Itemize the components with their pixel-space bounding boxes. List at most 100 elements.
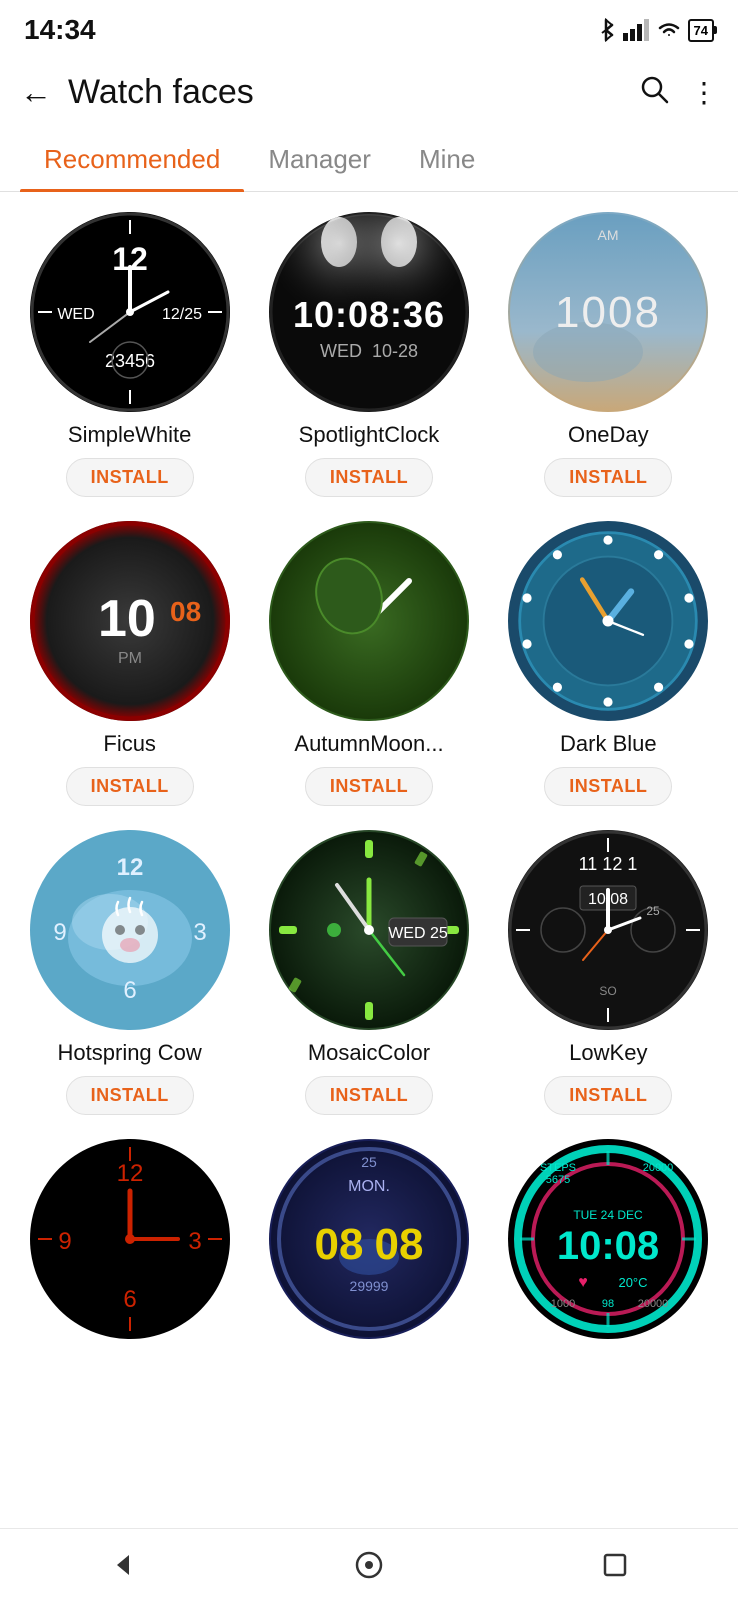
svg-text:6: 6 [123, 977, 136, 1004]
watch-face-mosaiccolor[interactable]: WED 25 [269, 830, 469, 1030]
watch-face-simplewhite[interactable]: 12 23456 WED 12/25 [30, 212, 230, 412]
watch-face-red[interactable]: 12 3 6 9 [30, 1139, 230, 1339]
watch-face-autumnmoon[interactable] [269, 521, 469, 721]
watch-face-08[interactable]: 25 MON. 08 08 29999 [269, 1139, 469, 1339]
search-button[interactable] [638, 73, 670, 112]
watch-name-autumnmoon: AutumnMoon... [294, 731, 443, 757]
back-button[interactable]: ← [20, 76, 52, 108]
svg-text:20°C: 20°C [619, 1275, 648, 1290]
list-item: AM 1008 OneDay INSTALL [495, 212, 722, 497]
svg-text:1000: 1000 [551, 1298, 575, 1310]
svg-text:20000: 20000 [643, 1162, 674, 1174]
svg-text:MON.: MON. [348, 1178, 390, 1195]
watch-face-lowkey[interactable]: 11 12 1 10:08 25 SO [508, 830, 708, 1030]
svg-text:12: 12 [116, 854, 143, 881]
watch-name-darkblue: Dark Blue [560, 731, 657, 757]
install-oneday[interactable]: INSTALL [544, 458, 672, 497]
svg-text:11 12 1: 11 12 1 [579, 854, 638, 874]
wifi-icon [656, 20, 682, 40]
install-autumnmoon[interactable]: INSTALL [305, 767, 433, 806]
svg-text:08: 08 [170, 596, 201, 627]
svg-text:5675: 5675 [546, 1174, 570, 1186]
list-item: WED 25 MosaicColor INSTALL [255, 830, 482, 1115]
list-item: 12 23456 WED 12/25 SimpleWhite INSTALL [16, 212, 243, 497]
watch-face-preview: 10 08 PM [30, 521, 230, 721]
svg-text:9: 9 [53, 919, 66, 946]
status-icons: 74 [596, 18, 714, 42]
search-icon [638, 73, 670, 105]
status-time: 14:34 [24, 14, 96, 46]
install-darkblue[interactable]: INSTALL [544, 767, 672, 806]
list-item: 12 3 6 9 [16, 1139, 243, 1349]
watch-face-preview: 25 MON. 08 08 29999 [269, 1139, 469, 1339]
watch-face-preview: WED 25 [269, 830, 469, 1030]
navigation-bar [0, 1528, 738, 1600]
watch-face-ficus[interactable]: 10 08 PM [30, 521, 230, 721]
svg-text:STEPS: STEPS [540, 1162, 576, 1174]
list-item: 12 9 3 6 Hotspring Cow INSTALL [16, 830, 243, 1115]
svg-text:29999: 29999 [350, 1278, 389, 1294]
tab-mine[interactable]: Mine [395, 128, 499, 191]
svg-text:08: 08 [375, 1220, 424, 1269]
watch-face-preview [269, 521, 469, 721]
install-ficus[interactable]: INSTALL [66, 767, 194, 806]
home-nav-icon [354, 1550, 384, 1580]
watch-name-oneday: OneDay [568, 422, 649, 448]
more-button[interactable]: ⋮ [690, 76, 718, 109]
watch-face-preview: 12 3 6 9 [30, 1139, 230, 1339]
svg-text:25: 25 [647, 904, 661, 918]
watch-faces-grid: 12 23456 WED 12/25 SimpleWhite INSTALL [0, 212, 738, 1369]
watch-face-hotspring[interactable]: 12 9 3 6 [30, 830, 230, 1030]
watch-name-simplewhite: SimpleWhite [68, 422, 191, 448]
svg-text:WED: WED [57, 306, 94, 323]
svg-text:3: 3 [188, 1228, 201, 1255]
list-item: 11 12 1 10:08 25 SO LowKey INSTALL [495, 830, 722, 1115]
svg-text:20000: 20000 [638, 1298, 669, 1310]
watch-name-lowkey: LowKey [569, 1040, 647, 1066]
svg-text:WED 25: WED 25 [388, 925, 448, 942]
install-hotspring[interactable]: INSTALL [66, 1076, 194, 1115]
back-nav-icon [109, 1551, 137, 1579]
tab-recommended[interactable]: Recommended [20, 128, 244, 191]
watch-face-oneday[interactable]: AM 1008 [508, 212, 708, 412]
watch-face-preview: 11 12 1 10:08 25 SO [508, 830, 708, 1030]
svg-text:10:08:36: 10:08:36 [293, 294, 445, 335]
install-mosaiccolor[interactable]: INSTALL [305, 1076, 433, 1115]
svg-text:10: 10 [98, 590, 156, 648]
svg-text:6: 6 [123, 1286, 136, 1313]
bluetooth-icon [596, 18, 616, 42]
tab-manager[interactable]: Manager [244, 128, 395, 191]
svg-text:TUE 24 DEC: TUE 24 DEC [574, 1208, 644, 1222]
list-item: STEPS 5675 20000 TUE 24 DEC 10:08 ♥ 20°C… [495, 1139, 722, 1349]
watch-face-preview: 10:08:36 WED 10-28 [269, 212, 469, 412]
page-title: Watch faces [68, 73, 638, 112]
header: ← Watch faces ⋮ [0, 56, 738, 128]
watch-face-spotlightclock[interactable]: 10:08:36 WED 10-28 [269, 212, 469, 412]
header-actions: ⋮ [638, 73, 718, 112]
svg-text:9: 9 [58, 1228, 71, 1255]
watch-face-preview: STEPS 5675 20000 TUE 24 DEC 10:08 ♥ 20°C… [508, 1139, 708, 1339]
nav-home-button[interactable] [339, 1535, 399, 1595]
svg-text:12: 12 [116, 1160, 143, 1187]
list-item: AutumnMoon... INSTALL [255, 521, 482, 806]
recents-nav-icon [602, 1552, 628, 1578]
signal-icon [622, 19, 650, 41]
svg-text:12/25: 12/25 [162, 306, 202, 323]
svg-text:08: 08 [315, 1220, 364, 1269]
list-item: 10:08:36 WED 10-28 SpotlightClock INSTAL… [255, 212, 482, 497]
svg-text:10:08: 10:08 [557, 1224, 659, 1268]
nav-back-button[interactable] [93, 1535, 153, 1595]
watch-face-preview: 12 23456 WED 12/25 [30, 212, 230, 412]
watch-face-preview [516, 529, 700, 713]
svg-text:AM: AM [598, 227, 619, 243]
install-spotlightclock[interactable]: INSTALL [305, 458, 433, 497]
install-simplewhite[interactable]: INSTALL [66, 458, 194, 497]
install-lowkey[interactable]: INSTALL [544, 1076, 672, 1115]
watch-face-neon[interactable]: STEPS 5675 20000 TUE 24 DEC 10:08 ♥ 20°C… [508, 1139, 708, 1339]
list-item: 10 08 PM Ficus INSTALL [16, 521, 243, 806]
watch-name-ficus: Ficus [103, 731, 156, 757]
svg-text:1008: 1008 [555, 288, 661, 337]
watch-face-darkblue[interactable] [508, 521, 708, 721]
watch-name-hotspring: Hotspring Cow [58, 1040, 202, 1066]
nav-recents-button[interactable] [585, 1535, 645, 1595]
